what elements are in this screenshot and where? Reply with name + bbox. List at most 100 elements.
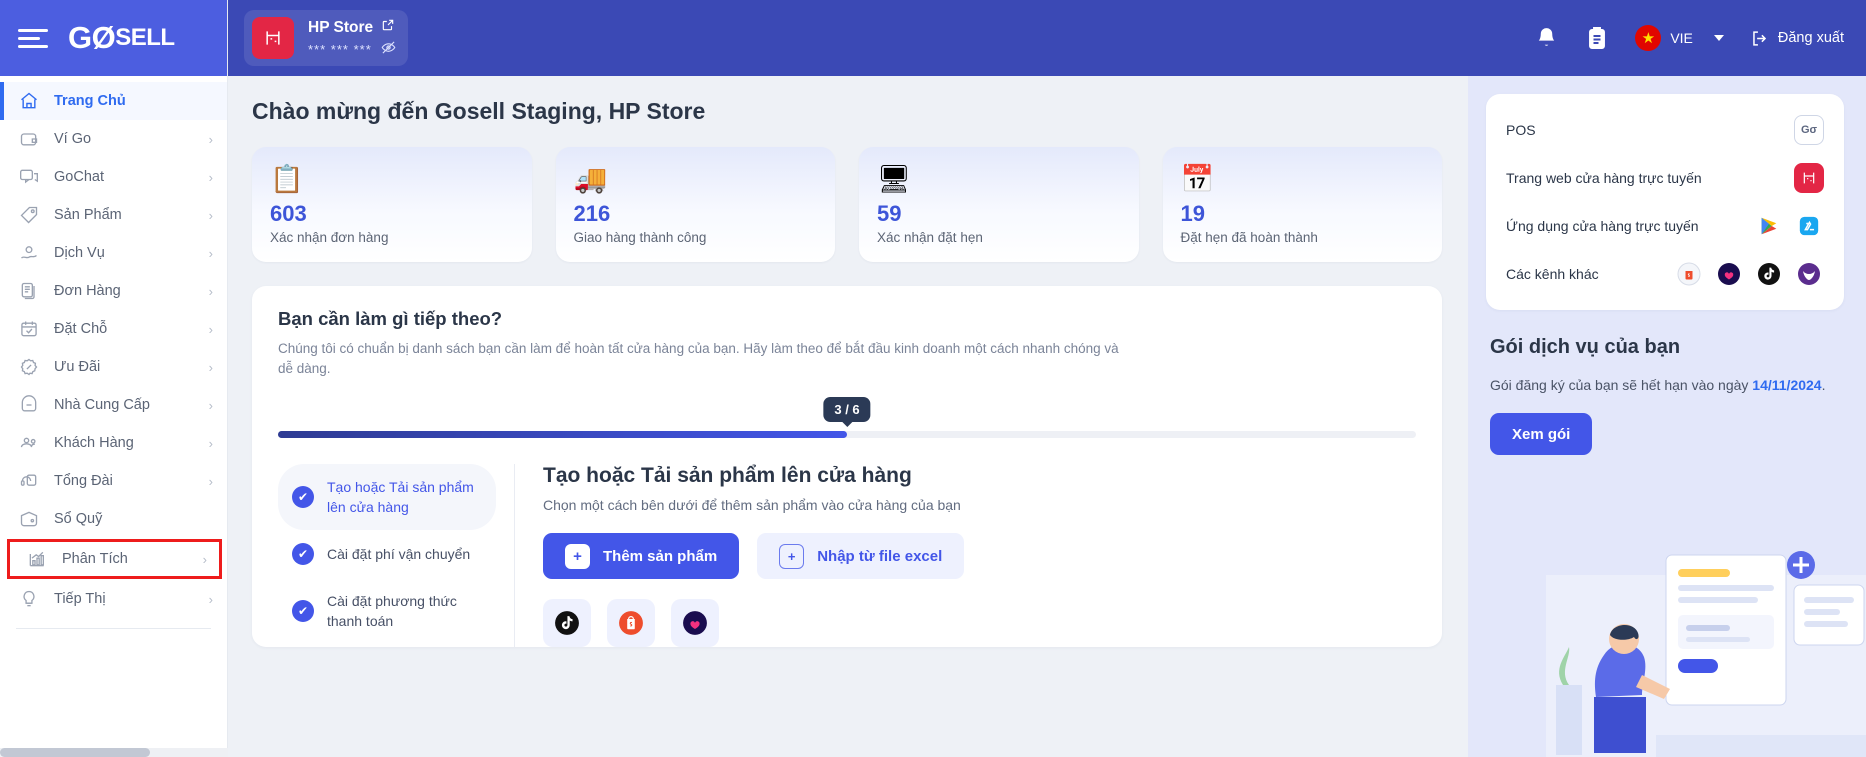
clipboard-icon[interactable]	[1585, 26, 1609, 50]
brand-header: G Ø SELL	[0, 0, 227, 76]
sidebar-item-tiep-thi[interactable]: Tiếp Thị ›	[0, 580, 227, 618]
chevron-right-icon: ›	[208, 591, 213, 607]
channels-card: POS Gσ Trang web cửa hàng trực tuyến Ứng…	[1486, 94, 1844, 310]
chevron-right-icon: ›	[208, 359, 213, 375]
step-item-products[interactable]: ✔ Tạo hoặc Tải sản phẩm lên cửa hàng	[278, 464, 496, 530]
add-product-label: Thêm sản phẩm	[603, 547, 718, 565]
sidebar-item-gochat[interactable]: GoChat ›	[0, 158, 227, 196]
progress-badge: 3 / 6	[823, 397, 871, 422]
rail-row-label: POS	[1506, 122, 1536, 138]
sidebar-item-tong-dai[interactable]: Tổng Đài ›	[0, 462, 227, 500]
chevron-right-icon: ›	[208, 207, 213, 223]
sidebar-item-label: Trang Chủ	[54, 93, 126, 109]
pos-badge-icon[interactable]: Gσ	[1794, 115, 1824, 145]
rail-row-icons: Gσ	[1794, 115, 1824, 145]
check-icon: ✔	[292, 543, 314, 565]
chevron-down-icon	[1713, 35, 1724, 41]
wallet-icon	[18, 128, 40, 150]
topbar: HP Store *** *** *** ★ VIE Đăng xuất	[228, 0, 1866, 76]
sidebar-item-label: GoChat	[54, 169, 104, 185]
step-item-payment[interactable]: ✔ Cài đặt phương thức thanh toán	[278, 578, 496, 644]
customers-icon	[18, 432, 40, 454]
bell-icon[interactable]	[1534, 26, 1559, 51]
add-product-button[interactable]: + Thêm sản phẩm	[543, 533, 740, 579]
lazada-icon[interactable]	[671, 599, 719, 647]
cashbook-icon	[18, 508, 40, 530]
rail-row-pos: POS Gσ	[1506, 112, 1824, 148]
tiktok-channel-icon[interactable]	[1754, 259, 1784, 289]
sidebar-item-label: Dịch Vụ	[54, 245, 105, 261]
plus-icon: +	[565, 543, 590, 569]
rail-row-web: Trang web cửa hàng trực tuyến	[1506, 160, 1824, 196]
chevron-right-icon: ›	[208, 245, 213, 261]
sidebar-item-label: Khách Hàng	[54, 435, 134, 451]
main-column: Chào mừng đến Gosell Staging, HP Store 📋…	[228, 76, 1468, 757]
analytics-icon	[26, 548, 48, 570]
import-excel-button[interactable]: + Nhập từ file excel	[757, 533, 965, 579]
panel-title: Bạn cần làm gì tiếp theo?	[278, 308, 503, 329]
sidebar-item-label: Sổ Quỹ	[54, 511, 103, 527]
store-web-icon[interactable]	[1794, 163, 1824, 193]
panel-subtitle: Chúng tôi có chuẩn bị danh sách bạn cần …	[278, 341, 1119, 376]
store-phone: *** *** ***	[308, 40, 396, 58]
chevron-right-icon: ›	[202, 551, 207, 567]
step-item-shipping[interactable]: ✔ Cài đặt phí vận chuyển	[278, 530, 496, 578]
hamburger-icon[interactable]	[18, 26, 50, 50]
rail-row-other: Các kênh khác	[1506, 256, 1824, 292]
sidebar-item-label: Phân Tích	[62, 551, 128, 567]
external-link-icon[interactable]	[381, 18, 395, 37]
rail-row-label: Ứng dụng cửa hàng trực tuyến	[1506, 218, 1699, 234]
step-label: Tạo hoặc Tải sản phẩm lên cửa hàng	[327, 479, 474, 515]
package-title: Gói dịch vụ của bạn	[1490, 336, 1681, 358]
logout-button[interactable]: Đăng xuất	[1750, 29, 1844, 48]
sidebar-item-don-hang[interactable]: Đơn Hàng ›	[0, 272, 227, 310]
rail-row-label: Các kênh khác	[1506, 266, 1599, 282]
lazada-channel-icon[interactable]	[1714, 259, 1744, 289]
sidebar-item-trang-chu[interactable]: Trang Chủ	[0, 82, 227, 120]
chevron-right-icon: ›	[208, 169, 213, 185]
google-play-icon[interactable]	[1754, 211, 1784, 241]
step-label: Cài đặt phí vận chuyển	[327, 546, 471, 562]
sidebar-item-dat-cho[interactable]: Đặt Chỗ ›	[0, 310, 227, 348]
sidebar-item-so-quy[interactable]: Sổ Quỹ	[0, 500, 227, 538]
sendo-channel-icon[interactable]	[1794, 259, 1824, 289]
calendar-done-emoji: 📅	[1180, 164, 1215, 194]
app-store-icon[interactable]	[1794, 211, 1824, 241]
steps-split: ✔ Tạo hoặc Tải sản phẩm lên cửa hàng ✔ C…	[278, 464, 1416, 647]
checklist-package-emoji: 📋	[270, 164, 304, 194]
eye-off-icon[interactable]	[381, 40, 396, 58]
language-selector[interactable]: ★ VIE	[1635, 25, 1724, 51]
store-switcher[interactable]: HP Store *** *** ***	[244, 10, 408, 66]
progress-fill	[278, 431, 847, 438]
stat-card-confirm-orders[interactable]: 📋 603 Xác nhận đơn hàng	[252, 147, 532, 262]
stat-card-booking-done[interactable]: 📅 19 Đặt hẹn đã hoàn thành	[1162, 147, 1442, 262]
shopee-icon[interactable]	[607, 599, 655, 647]
sidebar-item-khach-hang[interactable]: Khách Hàng ›	[0, 424, 227, 462]
sidebar-item-label: Đơn Hàng	[54, 283, 121, 299]
tag-icon	[18, 204, 40, 226]
rail-row-label: Trang web cửa hàng trực tuyến	[1506, 170, 1702, 186]
rail-row-icons	[1674, 259, 1824, 289]
file-import-icon: +	[779, 543, 805, 569]
sidebar-item-vi-go[interactable]: Ví Go ›	[0, 120, 227, 158]
stat-card-delivered[interactable]: 🚚 216 Giao hàng thành công	[555, 147, 835, 262]
sidebar-item-dich-vu[interactable]: Dịch Vụ ›	[0, 234, 227, 272]
tiktok-icon[interactable]	[543, 599, 591, 647]
sidebar-horizontal-scrollbar[interactable]	[0, 748, 228, 757]
monitor-booking-emoji: 🖥	[877, 164, 912, 194]
stat-label: Giao hàng thành công	[573, 230, 707, 245]
discount-icon	[18, 356, 40, 378]
view-package-button[interactable]: Xem gói	[1490, 413, 1593, 455]
package-expiry-suffix: .	[1821, 377, 1826, 393]
stat-value: 216	[573, 201, 611, 226]
sidebar-item-uu-dai[interactable]: Ưu Đãi ›	[0, 348, 227, 386]
sidebar-item-nha-cung-cap[interactable]: Nhà Cung Cấp ›	[0, 386, 227, 424]
stat-card-confirm-booking[interactable]: 🖥 59 Xác nhận đặt hẹn	[859, 147, 1139, 262]
shopee-channel-icon[interactable]	[1674, 259, 1704, 289]
chat-icon	[18, 166, 40, 188]
sidebar-item-phan-tich[interactable]: Phân Tích ›	[7, 539, 222, 579]
next-steps-panel: Bạn cần làm gì tiếp theo? Chúng tôi có c…	[252, 286, 1442, 647]
stat-label: Đặt hẹn đã hoàn thành	[1180, 230, 1318, 245]
sidebar-item-san-pham[interactable]: Sản Phẩm ›	[0, 196, 227, 234]
chevron-right-icon: ›	[208, 435, 213, 451]
